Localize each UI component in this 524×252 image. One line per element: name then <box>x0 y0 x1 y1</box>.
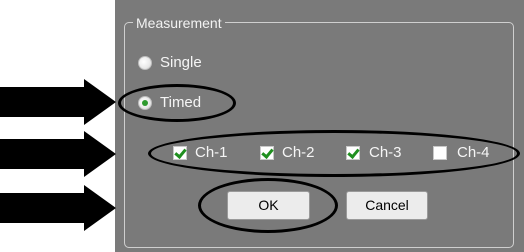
cancel-button[interactable]: Cancel <box>346 191 428 220</box>
groupbox-title: Measurement <box>133 15 225 31</box>
arrow-icon <box>0 131 116 177</box>
arrow-icon <box>0 79 116 125</box>
single-radio[interactable] <box>138 56 152 70</box>
single-radio-label[interactable]: Single <box>160 54 202 72</box>
ok-highlight-ellipse <box>198 178 338 233</box>
arrow-icon <box>0 185 116 231</box>
channels-highlight-ellipse <box>148 130 520 177</box>
timed-highlight-ellipse <box>118 84 236 122</box>
